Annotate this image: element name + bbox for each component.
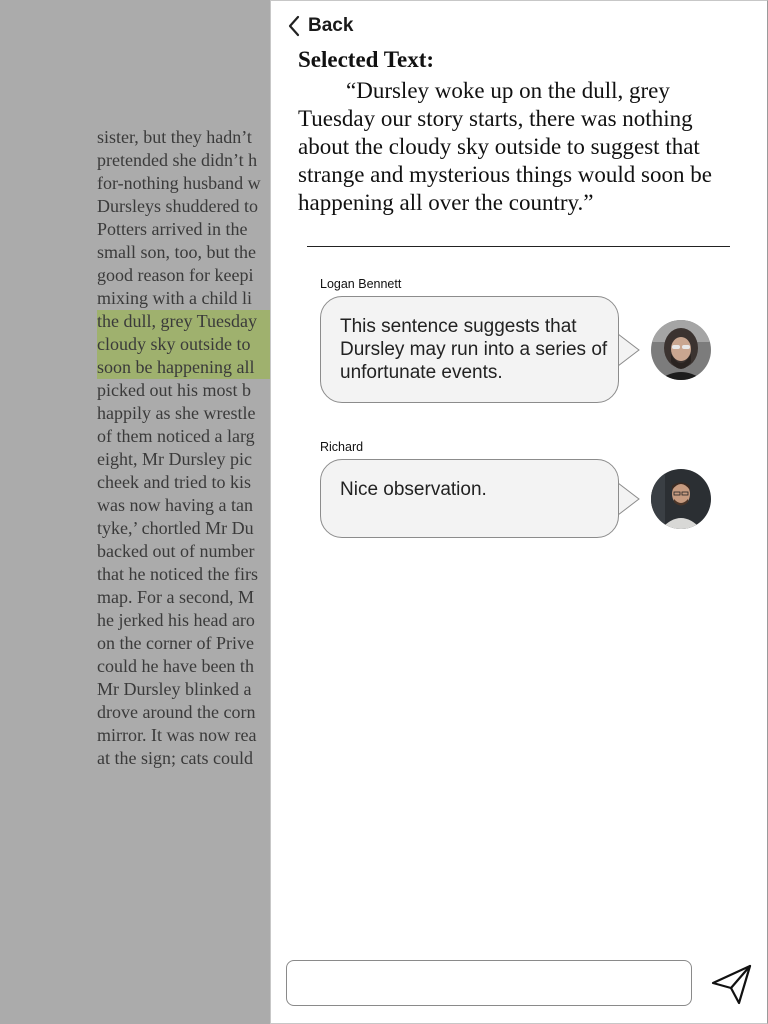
reader-line-highlighted: the dull, grey Tuesday: [97, 310, 277, 333]
comment-author: Logan Bennett: [320, 277, 402, 291]
reader-line: mixing with a child li: [97, 288, 252, 308]
reader-text: sister, but they hadn’t pretended she did…: [97, 126, 277, 770]
reader-line: that he noticed the firs: [97, 564, 258, 584]
reader-line: cheek and tried to kis: [97, 472, 251, 492]
comment-author: Richard: [320, 440, 364, 454]
back-label: Back: [308, 15, 354, 36]
reader-line: happily as she wrestle: [97, 403, 256, 423]
reader-line: small son, too, but the: [97, 242, 256, 262]
reader-line: backed out of number: [97, 541, 255, 561]
reader-line: drove around the corn: [97, 702, 256, 722]
back-button[interactable]: Back: [287, 13, 353, 39]
avatar[interactable]: [651, 468, 711, 529]
send-icon[interactable]: [711, 963, 753, 1007]
reader-line: on the corner of Prive: [97, 633, 254, 653]
reader-line: was now having a tan: [97, 495, 253, 515]
reader-line: for-nothing husband w: [97, 173, 261, 193]
comments-panel: Back Selected Text: “Dursley woke up on …: [270, 0, 768, 1024]
comment-input[interactable]: [286, 960, 692, 1006]
reader-line: Potters arrived in the: [97, 219, 248, 239]
reader-line: could he have been th: [97, 656, 254, 676]
chevron-left-icon: [288, 15, 300, 37]
reader-line: at the sign; cats could: [97, 748, 253, 768]
divider: [307, 246, 730, 247]
reader-line: mirror. It was now rea: [97, 725, 257, 745]
reader-line: eight, Mr Dursley pic: [97, 449, 252, 469]
bubble-tail: [618, 482, 640, 515]
reader-line: of them noticed a larg: [97, 426, 255, 446]
bubble-tail: [618, 333, 640, 366]
comment-item: Logan Bennett This sentence suggests tha…: [320, 277, 732, 403]
reader-line: picked out his most b: [97, 380, 251, 400]
selected-text-quote: “Dursley woke up on the dull, grey Tuesd…: [298, 78, 712, 215]
comment-bubble: This sentence suggests that Dursley may …: [320, 296, 619, 403]
selected-text-title: Selected Text:: [298, 47, 435, 72]
comment-item: Richard Nice observation.: [320, 440, 732, 538]
reader-line: Dursleys shuddered to: [97, 196, 258, 216]
avatar[interactable]: [651, 319, 711, 380]
reader-line: pretended she didn’t h: [97, 150, 258, 170]
reader-line: sister, but they hadn’t: [97, 127, 252, 147]
reader-line: he jerked his head aro: [97, 610, 255, 630]
reader-line: good reason for keepi: [97, 265, 254, 285]
comment-bubble: Nice observation.: [320, 459, 619, 538]
user-avatar-icon: [651, 319, 711, 380]
reader-line-highlighted: soon be happening all: [97, 356, 277, 379]
user-avatar-icon: [651, 468, 711, 529]
reader-line: Mr Dursley blinked a: [97, 679, 252, 699]
reader-line: map. For a second, M: [97, 587, 254, 607]
reader-line-highlighted: cloudy sky outside to: [97, 333, 277, 356]
reader-line: tyke,’ chortled Mr Du: [97, 518, 254, 538]
